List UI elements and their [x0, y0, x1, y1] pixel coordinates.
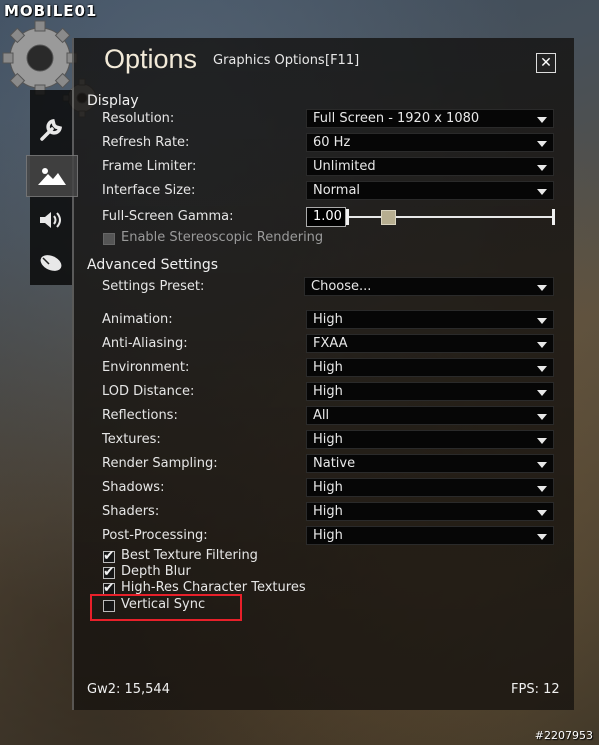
gamma-slider-track[interactable] [347, 216, 554, 218]
options-sidebar [26, 90, 78, 285]
chevron-down-icon [537, 141, 547, 147]
chevron-down-icon [537, 189, 547, 195]
shaders-value: High [313, 504, 343, 519]
chevron-down-icon [537, 486, 547, 492]
interface-size-label: Interface Size: [102, 183, 196, 198]
close-button[interactable]: ✕ [536, 53, 556, 73]
anti-aliasing-value: FXAA [313, 336, 348, 351]
refresh-rate-value: 60 Hz [313, 135, 351, 150]
sidebar-tab-general[interactable] [30, 110, 72, 150]
best-texture-label: Best Texture Filtering [121, 548, 258, 563]
display-heading: Display [87, 93, 139, 109]
post-processing-dropdown[interactable]: High [306, 526, 554, 545]
reflections-dropdown[interactable]: All [306, 406, 554, 425]
speaker-icon [40, 212, 61, 228]
highres-char-label: High-Res Character Textures [121, 580, 306, 595]
chevron-down-icon [537, 510, 547, 516]
animation-value: High [313, 312, 343, 327]
lod-distance-dropdown[interactable]: High [306, 382, 554, 401]
mouse-icon [40, 255, 62, 271]
anti-aliasing-label: Anti-Aliasing: [102, 336, 188, 351]
gamma-slider-handle[interactable] [381, 210, 396, 225]
chevron-down-icon [537, 366, 547, 372]
textures-dropdown[interactable]: High [306, 430, 554, 449]
chevron-down-icon [537, 117, 547, 123]
frame-limiter-label: Frame Limiter: [102, 159, 197, 174]
reflections-value: All [313, 408, 330, 423]
depth-blur-checkbox[interactable]: ✔ [103, 564, 115, 580]
render-sampling-value: Native [313, 456, 356, 471]
frame-limiter-value: Unlimited [313, 159, 376, 174]
environment-dropdown[interactable]: High [306, 358, 554, 377]
preset-dropdown[interactable]: Choose... [304, 277, 554, 296]
chevron-down-icon [537, 534, 547, 540]
resolution-value: Full Screen - 1920 x 1080 [313, 111, 480, 126]
window-title: Options [104, 44, 198, 74]
chevron-down-icon [537, 438, 547, 444]
preset-label: Settings Preset: [102, 279, 205, 294]
gamma-value-field[interactable]: 1.00 [306, 207, 346, 227]
gamma-label: Full-Screen Gamma: [102, 209, 234, 224]
animation-label: Animation: [102, 312, 173, 327]
render-sampling-label: Render Sampling: [102, 456, 218, 471]
textures-label: Textures: [102, 432, 161, 447]
environment-value: High [313, 360, 343, 375]
advanced-heading: Advanced Settings [87, 257, 219, 273]
frame-limiter-dropdown[interactable]: Unlimited [306, 157, 554, 176]
chevron-down-icon [537, 285, 547, 291]
gamma-slider-min-tick [346, 209, 349, 225]
sidebar-tab-graphics[interactable] [26, 155, 78, 197]
gamma-slider-max-tick [552, 209, 555, 225]
vsync-highlight-box [90, 594, 242, 621]
shadows-label: Shadows: [102, 480, 165, 495]
animation-dropdown[interactable]: High [306, 310, 554, 329]
post-processing-value: High [313, 528, 343, 543]
post-processing-label: Post-Processing: [102, 528, 208, 543]
checkmark-icon: ✔ [103, 548, 115, 564]
stereo-checkbox [103, 233, 115, 245]
lod-distance-label: LOD Distance: [102, 384, 195, 399]
hotkey-label: [F11] [325, 53, 360, 68]
checkmark-icon: ✔ [103, 564, 115, 580]
interface-size-value: Normal [313, 183, 361, 198]
photo-id: #2207953 [534, 729, 593, 742]
anti-aliasing-dropdown[interactable]: FXAA [306, 334, 554, 353]
build-version: Gw2: 15,544 [87, 682, 170, 697]
shadows-value: High [313, 480, 343, 495]
shaders-label: Shaders: [102, 504, 160, 519]
best-texture-checkbox[interactable]: ✔ [103, 548, 115, 564]
chevron-down-icon [537, 165, 547, 171]
interface-size-dropdown[interactable]: Normal [306, 181, 554, 200]
chevron-down-icon [537, 462, 547, 468]
refresh-rate-label: Refresh Rate: [102, 135, 190, 150]
shaders-dropdown[interactable]: High [306, 502, 554, 521]
render-sampling-dropdown[interactable]: Native [306, 454, 554, 473]
preset-value: Choose... [311, 279, 372, 294]
sidebar-tab-controls[interactable] [30, 243, 72, 283]
textures-value: High [313, 432, 343, 447]
stereo-label: Enable Stereoscopic Rendering [121, 230, 324, 245]
window-subtitle: Graphics Options [213, 53, 325, 68]
resolution-label: Resolution: [102, 111, 175, 126]
mountain-icon [38, 168, 66, 185]
chevron-down-icon [537, 318, 547, 324]
shadows-dropdown[interactable]: High [306, 478, 554, 497]
lod-distance-value: High [313, 384, 343, 399]
environment-label: Environment: [102, 360, 190, 375]
fps-counter: FPS: 12 [511, 682, 560, 697]
sidebar-tab-audio[interactable] [30, 200, 72, 240]
refresh-rate-dropdown[interactable]: 60 Hz [306, 133, 554, 152]
reflections-label: Reflections: [102, 408, 178, 423]
chevron-down-icon [537, 342, 547, 348]
wrench-icon [40, 118, 63, 141]
resolution-dropdown[interactable]: Full Screen - 1920 x 1080 [306, 109, 554, 128]
chevron-down-icon [537, 414, 547, 420]
depth-blur-label: Depth Blur [121, 564, 191, 579]
chevron-down-icon [537, 390, 547, 396]
